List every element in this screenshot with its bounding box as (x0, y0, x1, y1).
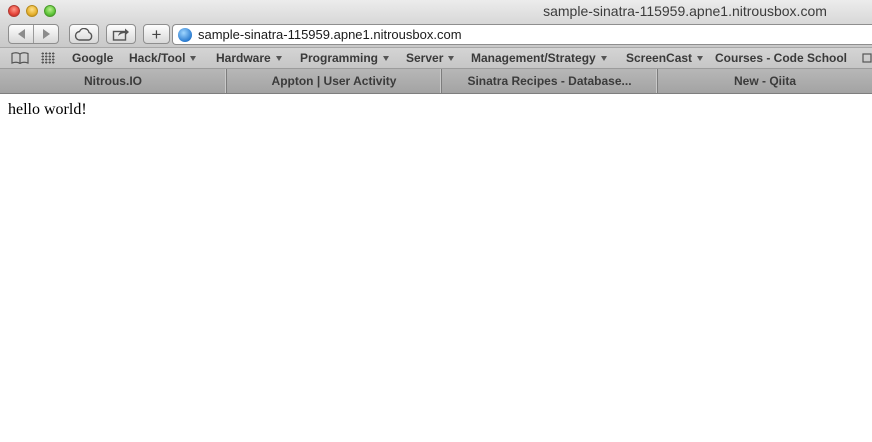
tab-new-qiita[interactable]: New - Qiita (658, 69, 872, 93)
address-bar[interactable]: sample-sinatra-115959.apne1.nitrousbox.c… (172, 24, 872, 45)
reading-list-icon[interactable] (11, 52, 29, 64)
chevron-down-icon (600, 56, 607, 61)
chevron-down-icon (448, 56, 455, 61)
forward-arrow-icon (42, 29, 50, 39)
back-button[interactable] (9, 25, 33, 43)
share-icon (112, 28, 129, 41)
bookmark-overflow-icon[interactable] (862, 53, 872, 63)
bookmarks-bar: Google Hack/Tool Hardware Programming Se… (0, 48, 872, 69)
tab-appton-user-activity[interactable]: Appton | User Activity (227, 69, 442, 93)
zoom-window-button[interactable] (44, 5, 56, 17)
top-sites-grid-icon[interactable] (41, 52, 55, 64)
chevron-down-icon (275, 56, 282, 61)
chevron-down-icon (697, 56, 704, 61)
back-arrow-icon (17, 29, 25, 39)
bookmark-courses-code-school[interactable]: Courses - Code School (715, 51, 847, 65)
page-content: hello world! (0, 94, 872, 442)
icloud-tabs-button[interactable] (69, 24, 99, 44)
window-toolbar: sample-sinatra-115959.apne1.nitrousbox.c… (0, 0, 872, 48)
tab-sinatra-recipes[interactable]: Sinatra Recipes - Database... (442, 69, 658, 93)
bookmark-server[interactable]: Server (406, 51, 455, 65)
tab-nitrous-io[interactable]: Nitrous.IO (0, 69, 227, 93)
icloud-tabs-icon (74, 27, 93, 41)
window-title: sample-sinatra-115959.apne1.nitrousbox.c… (543, 3, 827, 19)
share-button[interactable] (106, 24, 136, 44)
back-forward-group (8, 24, 59, 44)
page-body-text: hello world! (8, 101, 87, 118)
bookmark-programming[interactable]: Programming (300, 51, 390, 65)
bookmark-hardware[interactable]: Hardware (216, 51, 282, 65)
bookmark-management-strategy[interactable]: Management/Strategy (471, 51, 607, 65)
new-tab-button[interactable]: + (143, 24, 170, 44)
chevron-down-icon (383, 56, 390, 61)
close-window-button[interactable] (8, 5, 20, 17)
bookmark-hack-tool[interactable]: Hack/Tool (129, 51, 197, 65)
chevron-down-icon (190, 56, 197, 61)
tab-bar: Nitrous.IO Appton | User Activity Sinatr… (0, 69, 872, 94)
forward-button[interactable] (33, 25, 58, 43)
window-controls (8, 5, 56, 17)
globe-icon (178, 27, 192, 42)
bookmark-google[interactable]: Google (72, 51, 113, 65)
minimize-window-button[interactable] (26, 5, 38, 17)
bookmark-screencast[interactable]: ScreenCast (626, 51, 704, 65)
address-url[interactable]: sample-sinatra-115959.apne1.nitrousbox.c… (198, 27, 462, 42)
